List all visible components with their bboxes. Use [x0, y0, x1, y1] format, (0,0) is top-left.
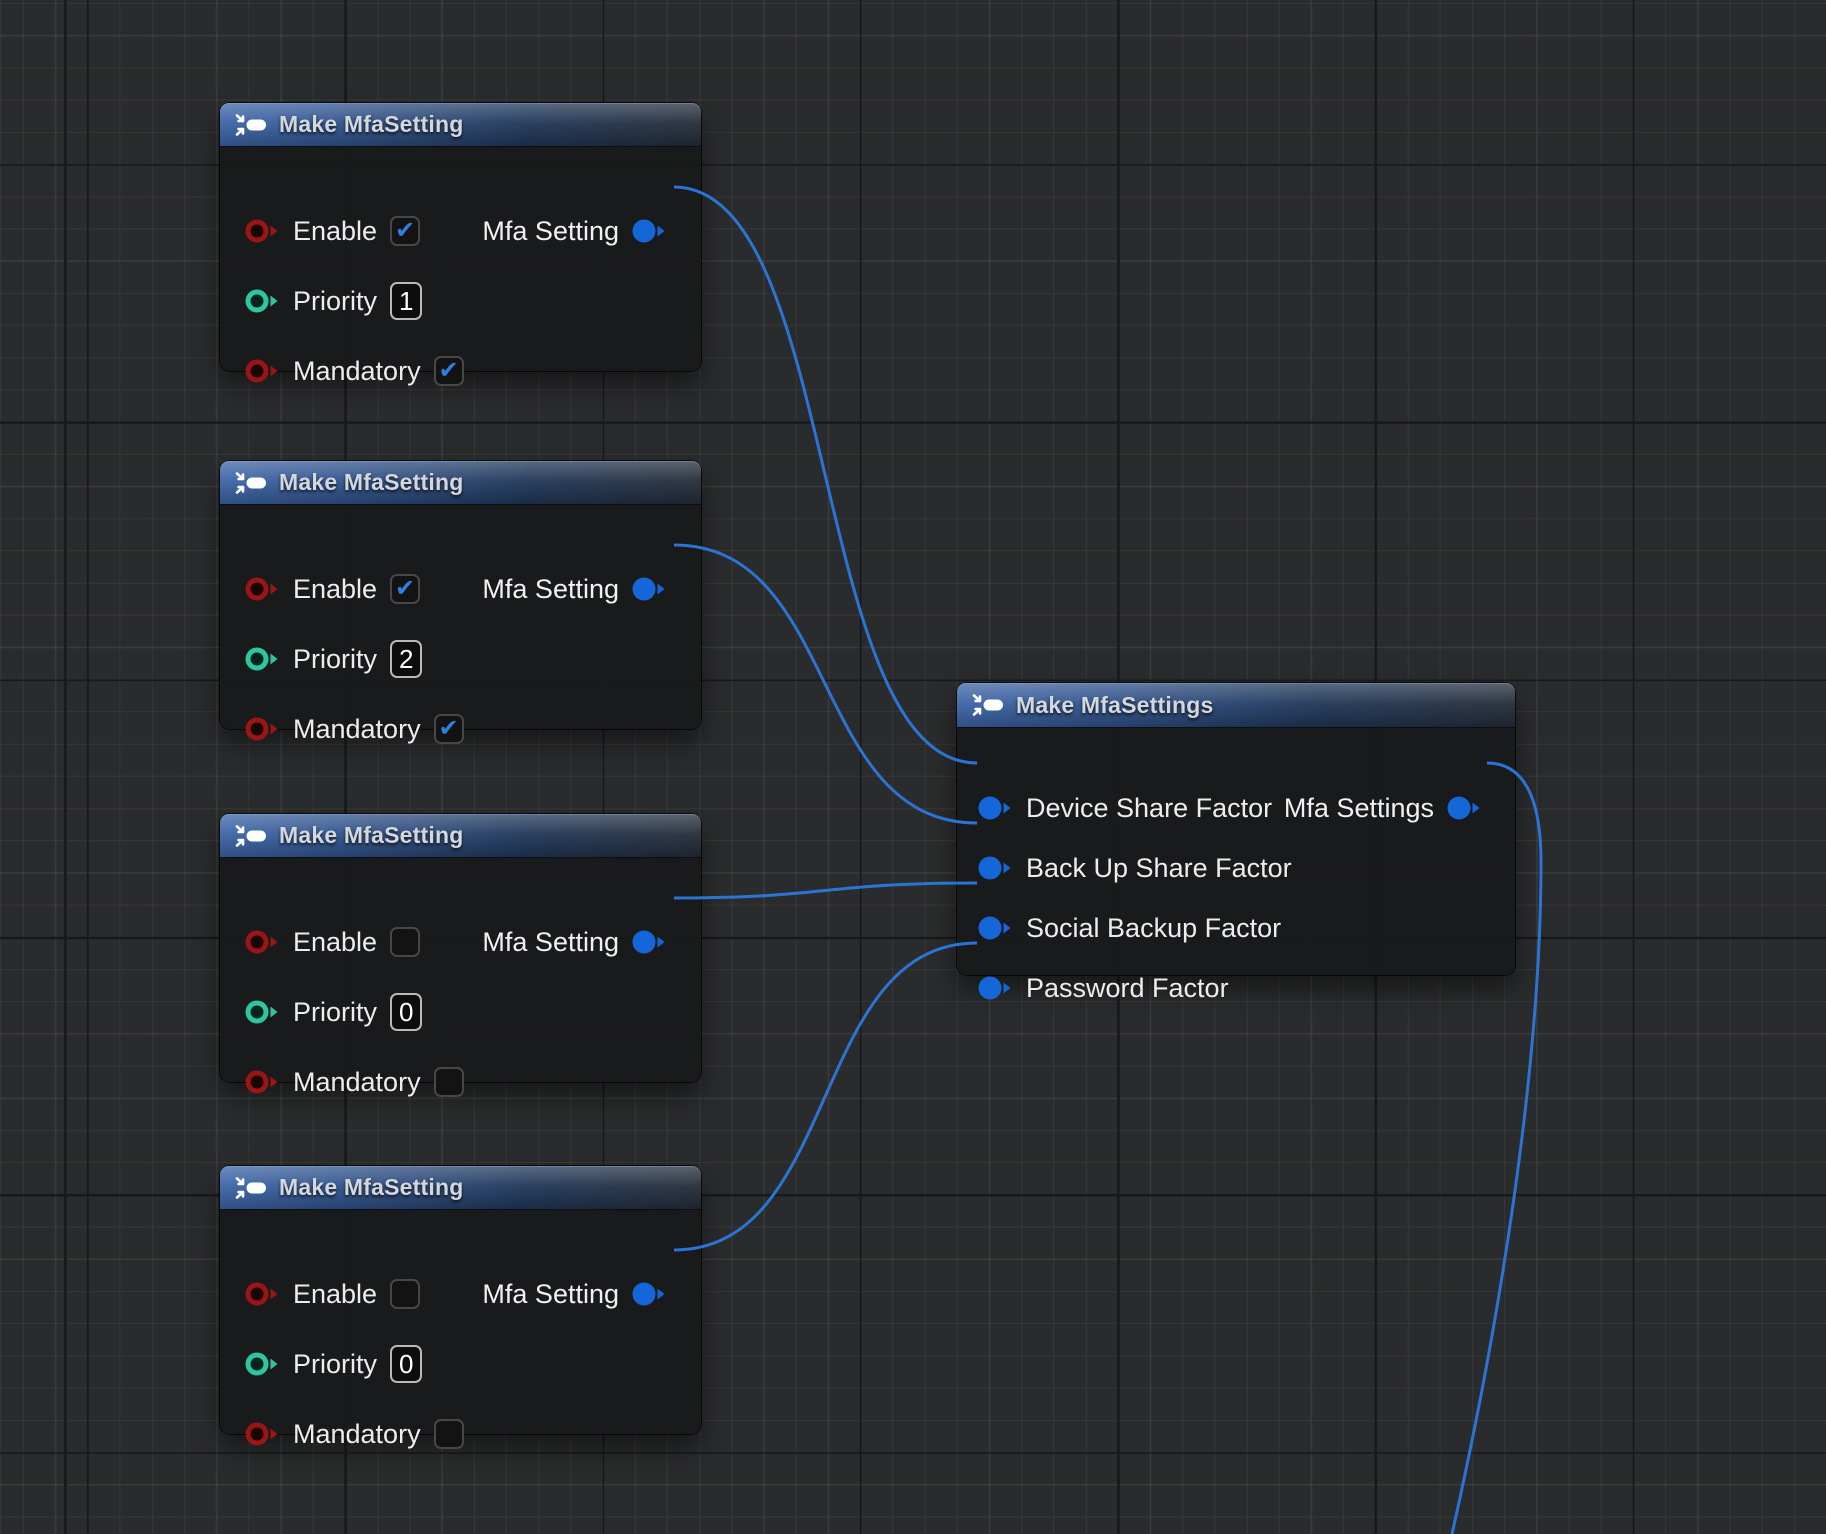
pin-label: Mandatory	[293, 356, 421, 387]
struct-pin-mfa-settings-out[interactable]	[1446, 795, 1482, 821]
pin-label: Enable	[293, 1279, 377, 1310]
pin-label: Mfa Setting	[482, 927, 619, 958]
int-pin-priority[interactable]	[244, 1351, 280, 1377]
bool-pin-mandatory[interactable]	[244, 358, 280, 384]
bool-pin-enable[interactable]	[244, 218, 280, 244]
int-pin-priority[interactable]	[244, 999, 280, 1025]
struct-pin-device-share-factor[interactable]	[977, 795, 1013, 821]
make-struct-icon	[234, 113, 268, 137]
wire-make-mfasetting-2.mfa-setting-to-make-mfasettings.back-up-share-factor[interactable]	[674, 545, 977, 823]
node-title-bar[interactable]: Make MfaSetting	[220, 1166, 701, 1210]
check-icon: ✔	[439, 358, 459, 382]
node-make-mfasetting-2[interactable]: Make MfaSetting Enable ✔ Mfa Setting Pri…	[220, 461, 701, 729]
graph-canvas[interactable]: Make MfaSetting Enable ✔ Mfa Setting Pri…	[0, 0, 1826, 1534]
pin-label: Enable	[293, 927, 377, 958]
node-title-bar[interactable]: Make MfaSettings	[957, 683, 1515, 728]
pin-label: Priority	[293, 286, 377, 317]
node-make-mfasetting-3[interactable]: Make MfaSetting Enable Mfa Setting Prior…	[220, 814, 701, 1082]
check-icon: ✔	[395, 576, 415, 600]
node-title: Make MfaSetting	[279, 111, 463, 138]
bool-pin-enable[interactable]	[244, 929, 280, 955]
struct-pin-mfa-setting-out[interactable]	[631, 929, 667, 955]
mandatory-checkbox[interactable]	[434, 1067, 464, 1097]
int-pin-priority[interactable]	[244, 288, 280, 314]
make-struct-icon	[234, 471, 268, 495]
pin-label: Mfa Settings	[1284, 793, 1434, 824]
node-title: Make MfaSetting	[279, 1174, 463, 1201]
node-title: Make MfaSetting	[279, 469, 463, 496]
node-title-bar[interactable]: Make MfaSetting	[220, 461, 701, 505]
mandatory-checkbox[interactable]: ✔	[434, 714, 464, 744]
pin-label: Mfa Setting	[482, 216, 619, 247]
node-title: Make MfaSettings	[1016, 692, 1213, 719]
pin-label: Device Share Factor	[1026, 793, 1272, 824]
make-struct-icon	[234, 824, 268, 848]
pin-label: Mandatory	[293, 714, 421, 745]
bool-pin-enable[interactable]	[244, 1281, 280, 1307]
pin-label: Mfa Setting	[482, 574, 619, 605]
enable-checkbox[interactable]: ✔	[390, 216, 420, 246]
check-icon: ✔	[439, 716, 459, 740]
node-make-mfasettings[interactable]: Make MfaSettings Device Share Factor Mfa…	[957, 683, 1515, 975]
pin-label: Priority	[293, 644, 377, 675]
pin-label: Mandatory	[293, 1419, 421, 1450]
pin-label: Password Factor	[1026, 973, 1229, 1004]
struct-pin-social-backup-factor[interactable]	[977, 915, 1013, 941]
priority-value-input[interactable]: 2	[390, 640, 422, 678]
struct-pin-password-factor[interactable]	[977, 975, 1013, 1001]
wire-make-mfasetting-4.mfa-setting-to-make-mfasettings.password-factor[interactable]	[674, 943, 977, 1250]
pin-label: Social Backup Factor	[1026, 913, 1281, 944]
int-pin-priority[interactable]	[244, 646, 280, 672]
node-title: Make MfaSetting	[279, 822, 463, 849]
enable-checkbox[interactable]: ✔	[390, 574, 420, 604]
struct-pin-mfa-setting-out[interactable]	[631, 218, 667, 244]
check-icon: ✔	[395, 218, 415, 242]
bool-pin-mandatory[interactable]	[244, 1421, 280, 1447]
enable-checkbox[interactable]	[390, 1279, 420, 1309]
node-make-mfasetting-1[interactable]: Make MfaSetting Enable ✔ Mfa Setting Pri…	[220, 103, 701, 371]
wire-make-mfasetting-3.mfa-setting-to-make-mfasettings.social-backup-factor[interactable]	[674, 883, 977, 898]
node-title-bar[interactable]: Make MfaSetting	[220, 103, 701, 147]
pin-label: Mandatory	[293, 1067, 421, 1098]
priority-value-input[interactable]: 1	[390, 282, 422, 320]
pin-label: Enable	[293, 216, 377, 247]
mandatory-checkbox[interactable]: ✔	[434, 356, 464, 386]
pin-label: Back Up Share Factor	[1026, 853, 1292, 884]
priority-value-input[interactable]: 0	[390, 993, 422, 1031]
node-make-mfasetting-4[interactable]: Make MfaSetting Enable Mfa Setting Prior…	[220, 1166, 701, 1434]
bool-pin-enable[interactable]	[244, 576, 280, 602]
make-struct-icon	[971, 693, 1005, 717]
wire-make-mfasetting-1.mfa-setting-to-make-mfasettings.device-share-factor[interactable]	[674, 187, 977, 763]
pin-label: Priority	[293, 997, 377, 1028]
struct-pin-mfa-setting-out[interactable]	[631, 1281, 667, 1307]
node-title-bar[interactable]: Make MfaSetting	[220, 814, 701, 858]
priority-value-input[interactable]: 0	[390, 1345, 422, 1383]
pin-label: Priority	[293, 1349, 377, 1380]
bool-pin-mandatory[interactable]	[244, 716, 280, 742]
struct-pin-back-up-share-factor[interactable]	[977, 855, 1013, 881]
pin-label: Enable	[293, 574, 377, 605]
struct-pin-mfa-setting-out[interactable]	[631, 576, 667, 602]
pin-label: Mfa Setting	[482, 1279, 619, 1310]
mandatory-checkbox[interactable]	[434, 1419, 464, 1449]
bool-pin-mandatory[interactable]	[244, 1069, 280, 1095]
enable-checkbox[interactable]	[390, 927, 420, 957]
make-struct-icon	[234, 1176, 268, 1200]
